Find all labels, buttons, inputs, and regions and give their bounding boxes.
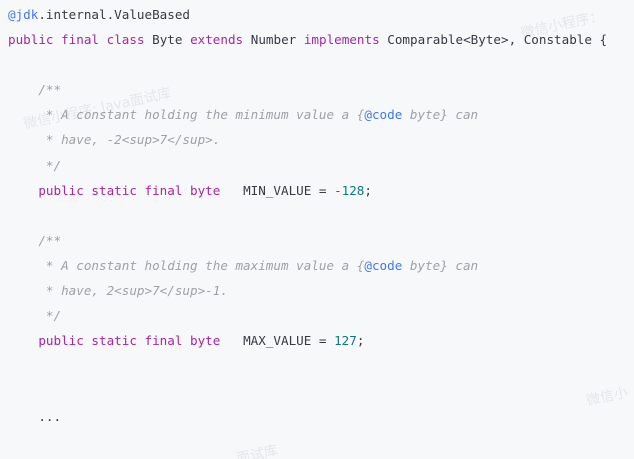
code-line-comment-text: * A constant holding the maximum value a… <box>8 253 607 278</box>
code-line-class-declaration: public final class Byte extends Number i… <box>8 27 607 52</box>
code-text: @jdk.internal.ValueBased public final cla… <box>8 2 607 459</box>
field-declaration: MIN_VALUE = <box>220 182 335 198</box>
javadoc-code-tag: @code <box>364 107 403 123</box>
field-declaration: MAX_VALUE = <box>220 333 335 349</box>
min-value-number: -128 <box>334 182 365 198</box>
comment-open: /** <box>38 232 62 248</box>
code-line-max-value-field: public static final byte MAX_VALUE = 127… <box>8 328 607 353</box>
annotation-token: @jdk <box>8 7 39 22</box>
field-modifiers: public static final byte <box>38 333 221 349</box>
keyword-public: public <box>8 32 54 48</box>
annotation-path-token: .internal.ValueBased <box>38 7 190 22</box>
keyword-extends: extends <box>190 32 244 48</box>
comment-text: byte} can <box>402 107 479 123</box>
code-line-ellipsis: ... <box>8 404 607 429</box>
code-line-comment-close: */ <box>8 153 607 178</box>
comment-text: * have, 2<sup>7</sup>-1. <box>38 283 228 299</box>
comment-close: */ <box>38 308 62 324</box>
code-block: @jdk.internal.ValueBased public final cla… <box>0 0 634 459</box>
comment-text: * have, -2<sup>7</sup>. <box>38 132 221 148</box>
comment-close: */ <box>38 157 62 173</box>
code-line-comment-text: * A constant holding the minimum value a… <box>8 102 607 127</box>
comment-text: * A constant holding the minimum value a… <box>38 107 365 123</box>
superclass-name: Number <box>250 32 297 48</box>
javadoc-code-tag: @code <box>364 257 403 273</box>
max-value-number: 127 <box>334 333 357 349</box>
keyword-implements: implements <box>303 32 380 48</box>
code-line-comment-text: * have, 2<sup>7</sup>-1. <box>8 278 607 303</box>
code-line-comment-open: /** <box>8 77 607 102</box>
field-modifiers: public static final byte <box>38 182 221 198</box>
code-line-closing-brace: } <box>8 454 607 459</box>
code-line-comment-text: * have, -2<sup>7</sup>. <box>8 127 607 152</box>
code-line-annotation: @jdk.internal.ValueBased <box>8 2 607 27</box>
interface-list: Comparable<Byte>, Constable { <box>387 32 608 48</box>
code-line-min-value-field: public static final byte MIN_VALUE = -12… <box>8 178 607 203</box>
statement-end: ; <box>364 182 372 198</box>
ellipsis: ... <box>38 408 62 424</box>
comment-text: * A constant holding the maximum value a… <box>38 257 365 273</box>
keyword-class: class <box>106 32 145 48</box>
comment-text: byte} can <box>402 257 479 273</box>
code-line-comment-open: /** <box>8 228 607 253</box>
keyword-final: final <box>61 32 100 48</box>
statement-end: ; <box>356 333 365 349</box>
class-name: Byte <box>152 32 183 48</box>
code-line-comment-close: */ <box>8 303 607 328</box>
comment-open: /** <box>38 82 62 98</box>
